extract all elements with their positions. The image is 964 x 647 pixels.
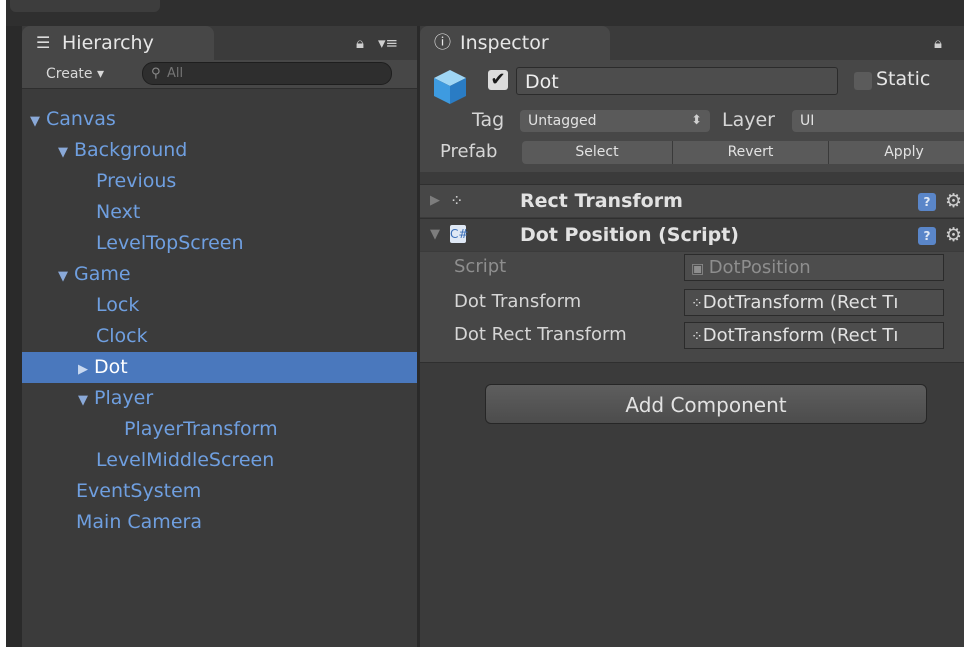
tree-item-label: Previous [96,170,177,192]
dot-transform-field[interactable]: ⁘DotTransform (Rect Tı [684,289,944,316]
inspector-panel: ⓘ Inspector 🔒︎ ✔ Dot Static Tag Untagged… [420,26,964,647]
rect-transform-icon: ⁘ [691,329,703,345]
layer-dropdown[interactable]: UI [792,110,964,132]
dot-rect-transform-field[interactable]: ⁘DotTransform (Rect Tı [684,322,944,349]
tag-dropdown[interactable]: Untagged ⬍ [520,110,710,132]
search-field[interactable]: ⚲ [142,62,392,85]
static-checkbox[interactable] [854,72,872,90]
hierarchy-toolbar: Create ▾ ⚲ [22,60,417,89]
foldout-collapsed-icon[interactable]: ▶ [78,354,94,385]
tab-inspector-label: Inspector [460,32,549,54]
object-name-field[interactable]: Dot [516,67,838,95]
top-tab-remnant [10,0,160,12]
dot-transform-value: DotTransform (Rect Tı [702,292,899,313]
top-toolbar-strip [6,0,964,26]
active-checkbox[interactable]: ✔ [488,70,508,90]
tree-item-background[interactable]: ▼ Background [22,135,417,166]
tree-item-label: Dot [94,356,128,378]
script-value: DotPosition [708,257,811,278]
tag-value: Untagged [528,113,597,129]
search-icon: ⚲ [151,66,161,81]
tree-item-label: Game [74,263,131,285]
tree-item-dot[interactable]: ▶ Dot [22,352,417,383]
gear-icon[interactable]: ⚙ [945,219,962,251]
create-button[interactable]: Create ▾ [46,63,104,85]
tree-item-playertransform[interactable]: PlayerTransform [22,414,417,445]
script-icon: C# [450,225,469,243]
tree-item-label: Lock [96,294,140,316]
tree-item-game[interactable]: ▼ Game [22,259,417,290]
tree-item-lock[interactable]: Lock [22,290,417,321]
dot-rect-transform-value: DotTransform (Rect Tı [702,325,899,346]
script-field: ▣ DotPosition [684,254,944,281]
static-label: Static [876,68,931,90]
tree-item-label: LevelTopScreen [96,232,244,254]
help-icon[interactable]: ? [918,227,936,245]
foldout-collapsed-icon[interactable]: ▶ [430,185,440,217]
tree-item-label: Main Camera [76,511,202,533]
tab-hierarchy[interactable]: ☰ Hierarchy [22,26,214,60]
script-file-icon: ▣ [691,261,709,277]
add-component-button[interactable]: Add Component [485,384,927,424]
foldout-expanded-icon[interactable]: ▼ [430,219,440,251]
tree-item-label: Background [74,139,188,161]
component-name: Dot Position (Script) [520,224,739,246]
tag-label: Tag [472,109,505,131]
search-input[interactable] [167,63,377,84]
component-dot-position[interactable]: ▼ C# Dot Position (Script) ? ⚙ [420,218,964,251]
prefab-revert-button[interactable]: Revert [673,141,829,164]
gear-icon[interactable]: ⚙ [945,185,962,217]
help-icon[interactable]: ? [918,193,936,211]
rect-transform-icon: ⁘ [450,191,464,210]
script-properties: Script ▣ DotPosition Dot Transform ⁘DotT… [420,252,964,363]
tree-item-leveltopscreen[interactable]: LevelTopScreen [22,228,417,259]
script-label: Script [454,256,507,277]
hierarchy-panel: ☰ Hierarchy 🔒︎ ▾≡ Create ▾ ⚲ ▼Canvas▼Bac… [22,26,417,647]
foldout-expanded-icon[interactable]: ▼ [30,106,46,137]
chevron-updown-icon: ⬍ [691,113,702,128]
info-icon: ⓘ [434,33,451,53]
tree-item-label: Player [94,387,154,409]
tab-hierarchy-label: Hierarchy [62,32,154,54]
tree-item-main-camera[interactable]: Main Camera [22,507,417,538]
tree-item-label: EventSystem [76,480,202,502]
dot-transform-label: Dot Transform [454,291,582,312]
panel-menu-icon[interactable]: ▾≡ [378,34,398,52]
tree-item-label: Canvas [46,108,116,130]
rect-transform-icon: ⁘ [691,296,703,312]
foldout-expanded-icon[interactable]: ▼ [78,385,94,416]
tab-inspector[interactable]: ⓘ Inspector [420,26,610,60]
tree-item-levelmiddlescreen[interactable]: LevelMiddleScreen [22,445,417,476]
tree-item-previous[interactable]: Previous [22,166,417,197]
lock-icon[interactable]: 🔒︎ [356,34,364,52]
component-rect-transform[interactable]: ▶ ⁘ Rect Transform ? ⚙ [420,184,964,217]
prefab-label: Prefab [440,141,498,162]
tree-item-label: LevelMiddleScreen [96,449,275,471]
layer-label: Layer [722,109,775,131]
prefab-select-button[interactable]: Select [522,141,673,164]
gameobject-header: ✔ Dot Static Tag Untagged ⬍ Layer UI Pre… [420,60,964,172]
gameobject-cube-icon [434,70,466,104]
tree-item-clock[interactable]: Clock [22,321,417,352]
tree-item-label: Clock [96,325,148,347]
foldout-expanded-icon[interactable]: ▼ [58,261,74,292]
dot-rect-transform-label: Dot Rect Transform [454,324,627,345]
list-icon: ☰ [36,33,51,52]
tree-item-label: PlayerTransform [124,418,278,440]
layer-value: UI [800,113,815,129]
tree-item-player[interactable]: ▼ Player [22,383,417,414]
tree-item-next[interactable]: Next [22,197,417,228]
component-name: Rect Transform [520,190,683,212]
tree-item-eventsystem[interactable]: EventSystem [22,476,417,507]
tree-item-label: Next [96,201,141,223]
foldout-expanded-icon[interactable]: ▼ [58,137,74,168]
tree-item-canvas[interactable]: ▼ Canvas [22,104,417,135]
editor-window: ☰ Hierarchy 🔒︎ ▾≡ Create ▾ ⚲ ▼Canvas▼Bac… [6,0,964,647]
prefab-apply-button[interactable]: Apply [829,141,964,164]
inspector-lock-icon[interactable]: 🔒︎ [934,34,942,52]
